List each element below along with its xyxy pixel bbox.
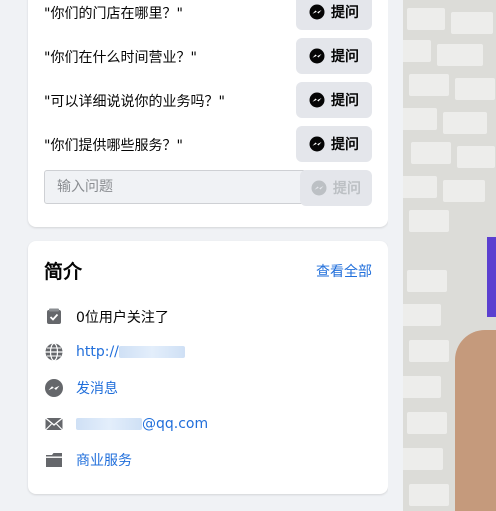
redacted-email-user <box>76 418 142 430</box>
question-input[interactable] <box>44 170 306 204</box>
category-link[interactable]: 商业服务 <box>76 450 132 470</box>
scrollbar[interactable] <box>388 0 403 511</box>
ask-button[interactable]: 提问 <box>296 38 372 74</box>
globe-icon <box>45 342 63 362</box>
ask-button-label: 提问 <box>331 49 359 65</box>
brick <box>411 142 451 164</box>
mail-icon <box>45 417 63 431</box>
brick <box>407 412 447 434</box>
brick <box>403 176 437 198</box>
question-row: "你们的门店在哪里？" 提问 <box>28 0 388 30</box>
brick <box>403 448 443 470</box>
brick <box>403 376 441 398</box>
messenger-icon <box>309 4 325 20</box>
brick <box>403 40 431 62</box>
brick <box>437 44 483 66</box>
left-margin <box>0 0 28 511</box>
question-row: "你们在什么时间营业？" 提问 <box>28 38 388 74</box>
messenger-icon <box>309 92 325 108</box>
brick <box>403 304 441 326</box>
website-prefix: http:// <box>76 344 119 360</box>
send-message-link[interactable]: 发消息 <box>76 378 118 398</box>
question-row: "可以详细说说你的业务吗？" 提问 <box>28 82 388 118</box>
ask-button-label: 提问 <box>331 137 359 153</box>
question-text: "你们的门店在哪里？" <box>44 6 183 22</box>
messenger-icon <box>309 136 325 152</box>
ask-questions-card: "你们的门店在哪里？" 提问 "你们在什么时间营业？" 提问 "可以详细说说你的… <box>28 0 388 227</box>
intro-card: 简介 查看全部 0位用户关注了 http:// 发消息 @qq.com 商业服务 <box>28 241 388 494</box>
question-text: "可以详细说说你的业务吗？" <box>44 94 225 110</box>
question-row: "你们提供哪些服务？" 提问 <box>28 126 388 162</box>
brick <box>457 146 495 168</box>
followers-text: 0位用户关注了 <box>76 310 169 326</box>
website-link[interactable]: http:// <box>76 344 185 360</box>
ask-button-label: 提问 <box>331 93 359 109</box>
brick <box>443 180 485 202</box>
redacted-domain <box>118 346 185 358</box>
email-domain: @qq.com <box>142 416 209 432</box>
messenger-icon <box>45 379 63 397</box>
brick <box>455 78 495 100</box>
send-button-label: 提问 <box>333 181 361 197</box>
ask-button[interactable]: 提问 <box>296 82 372 118</box>
messenger-icon <box>309 48 325 64</box>
website-row[interactable]: http:// <box>44 340 374 364</box>
brick <box>407 270 447 292</box>
brick <box>409 74 449 96</box>
brick <box>409 340 449 362</box>
brick <box>409 484 449 506</box>
brick <box>451 12 493 34</box>
brick <box>409 210 449 232</box>
ask-button[interactable]: 提问 <box>296 126 372 162</box>
followers-row: 0位用户关注了 <box>44 305 374 329</box>
email-link[interactable]: @qq.com <box>76 416 208 432</box>
ask-button-label: 提问 <box>331 5 359 21</box>
cover-photo <box>403 0 496 511</box>
see-all-link[interactable]: 查看全部 <box>316 261 372 281</box>
ask-button[interactable]: 提问 <box>296 0 372 30</box>
message-row[interactable]: 发消息 <box>44 376 374 400</box>
brick <box>403 108 437 130</box>
send-question-button[interactable]: 提问 <box>300 170 372 206</box>
briefcase-icon <box>46 453 62 467</box>
checkbox-icon <box>47 308 61 324</box>
intro-title: 简介 <box>44 261 83 283</box>
category-row[interactable]: 商业服务 <box>44 448 374 472</box>
email-row[interactable]: @qq.com <box>44 412 374 436</box>
question-text: "你们提供哪些服务？" <box>44 138 183 154</box>
brick <box>407 8 445 30</box>
messenger-icon <box>311 180 327 196</box>
question-text: "你们在什么时间营业？" <box>44 50 197 66</box>
purple-band <box>487 237 496 317</box>
brick <box>443 112 487 134</box>
person-figure <box>455 330 496 511</box>
